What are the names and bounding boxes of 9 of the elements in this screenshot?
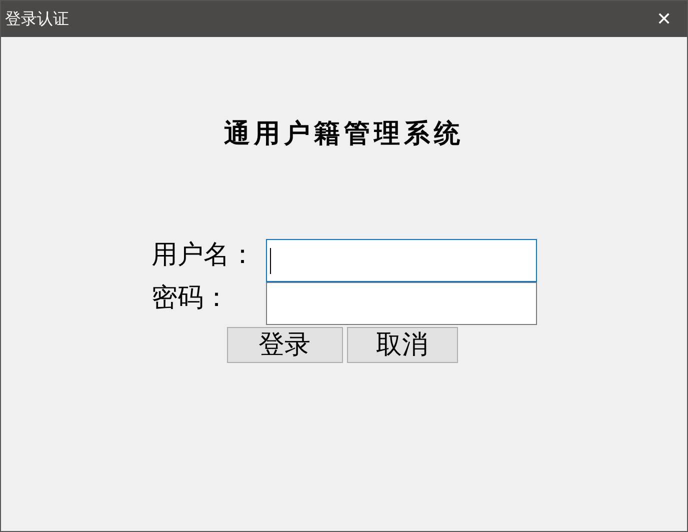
field-label: 用户名： <box>152 239 256 270</box>
close-button[interactable]: ✕ <box>641 1 687 37</box>
input-field[interactable] <box>266 239 536 282</box>
app-heading: 通用户籍管理系统 <box>224 118 464 150</box>
action-button[interactable]: 取消 <box>346 327 458 363</box>
input-field[interactable] <box>266 282 536 325</box>
field-label: 密码： <box>152 282 230 313</box>
action-button[interactable]: 登录 <box>226 327 342 363</box>
window-title: 登录认证 <box>5 8 69 30</box>
